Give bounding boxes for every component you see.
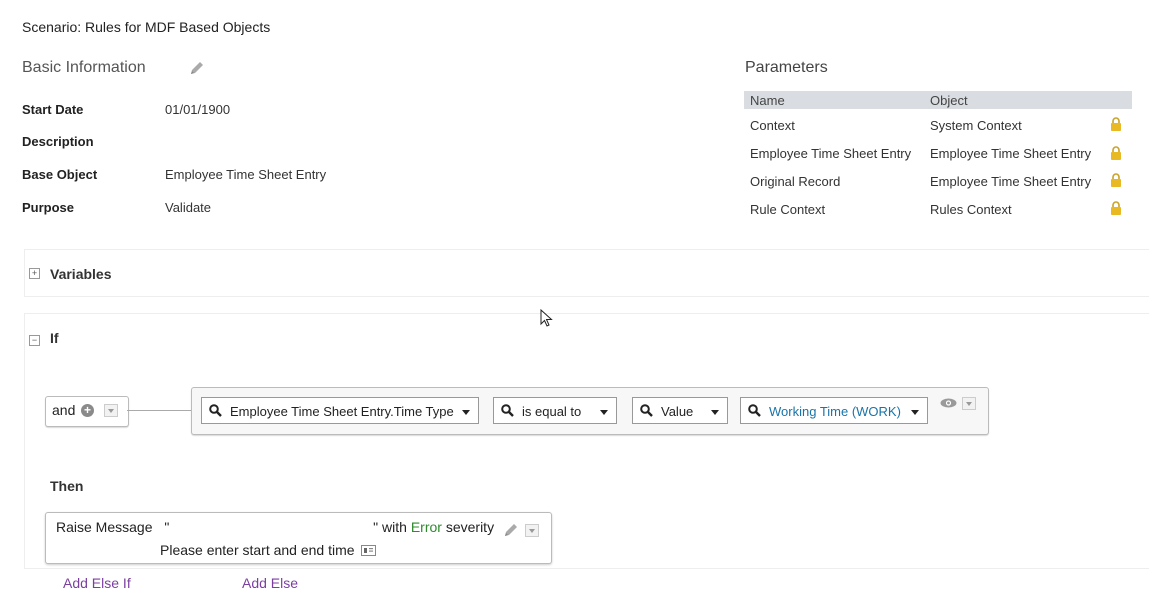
parameters-header: Name Object <box>744 91 1132 109</box>
quote-open: " <box>164 519 170 535</box>
search-icon <box>640 404 653 417</box>
if-title: If <box>50 330 59 346</box>
collapse-if-toggle[interactable]: − <box>29 335 40 346</box>
eye-icon[interactable] <box>940 398 957 408</box>
value-type-label: Value <box>661 404 694 419</box>
param-object: System Context <box>930 118 1022 133</box>
add-else-link[interactable]: Add Else <box>242 575 298 591</box>
operator-menu-dropdown[interactable] <box>104 404 118 417</box>
start-date-label: Start Date <box>22 102 84 117</box>
action-menu-dropdown[interactable] <box>525 524 539 537</box>
basic-info-title: Basic Information <box>22 59 146 77</box>
scenario-title: Scenario: Rules for MDF Based Objects <box>22 19 271 35</box>
right-value-dropdown[interactable]: Working Time (WORK) <box>740 397 928 424</box>
chevron-down-icon <box>911 410 919 415</box>
severity-suffix: severity <box>445 519 495 535</box>
chevron-down-icon <box>462 410 470 415</box>
edit-pencil-icon[interactable] <box>188 61 206 77</box>
add-else-if-link[interactable]: Add Else If <box>63 575 131 591</box>
comparator-dropdown[interactable]: is equal to <box>493 397 617 424</box>
lock-icon <box>1111 117 1121 131</box>
parameters-title: Parameters <box>745 59 828 76</box>
severity-value[interactable]: Error <box>411 519 442 535</box>
search-icon <box>209 404 222 417</box>
basic-info-title-text: Basic Information <box>22 59 146 76</box>
expand-variables-toggle[interactable]: + <box>29 268 40 279</box>
variables-section <box>24 249 1149 297</box>
then-title: Then <box>50 478 84 494</box>
param-object: Employee Time Sheet Entry <box>930 146 1092 161</box>
chevron-down-icon <box>711 410 719 415</box>
param-name: Context <box>750 118 795 133</box>
message-details-icon[interactable] <box>361 545 377 556</box>
raise-message-action: Raise Message " " with Error severity Pl… <box>45 512 552 564</box>
base-object-label: Base Object <box>22 167 98 182</box>
variables-title: Variables <box>50 266 112 282</box>
lock-icon <box>1111 173 1121 187</box>
lock-icon <box>1111 201 1121 215</box>
comparator-label: is equal to <box>522 404 582 419</box>
mouse-cursor-icon <box>540 309 553 327</box>
quote-close-with: " with <box>373 519 407 535</box>
message-text-line: Please enter start and end time <box>160 542 377 558</box>
logical-operator-box: and + <box>45 396 129 427</box>
start-date-value: 01/01/1900 <box>165 102 231 117</box>
lock-icon <box>1111 146 1121 160</box>
right-value-label: Working Time (WORK) <box>769 404 901 419</box>
condition-connector-line <box>127 410 191 411</box>
param-object: Employee Time Sheet Entry <box>930 174 1092 189</box>
logical-operator: and <box>52 402 76 418</box>
left-expression-label: Employee Time Sheet Entry.Time Type <box>230 404 454 419</box>
raise-message-line: Raise Message " " with Error severity <box>56 519 494 535</box>
param-object: Rules Context <box>930 202 1012 217</box>
param-col-object: Object <box>930 93 968 108</box>
param-name: Employee Time Sheet Entry <box>750 146 912 161</box>
description-label: Description <box>22 134 94 149</box>
chevron-down-icon <box>600 410 608 415</box>
add-condition-icon[interactable]: + <box>81 404 94 417</box>
message-text: Please enter start and end time <box>160 542 355 558</box>
left-expression-dropdown[interactable]: Employee Time Sheet Entry.Time Type <box>201 397 479 424</box>
value-type-dropdown[interactable]: Value <box>632 397 728 424</box>
purpose-label: Purpose <box>22 200 75 215</box>
search-icon <box>748 404 761 417</box>
base-object-value: Employee Time Sheet Entry <box>165 167 327 182</box>
param-name: Rule Context <box>750 202 826 217</box>
param-name: Original Record <box>750 174 841 189</box>
condition-menu-dropdown[interactable] <box>962 397 976 410</box>
purpose-value: Validate <box>165 200 212 215</box>
search-icon <box>501 404 514 417</box>
param-col-name: Name <box>750 93 785 108</box>
action-prefix: Raise Message <box>56 519 153 535</box>
edit-pencil-icon[interactable] <box>502 523 520 544</box>
